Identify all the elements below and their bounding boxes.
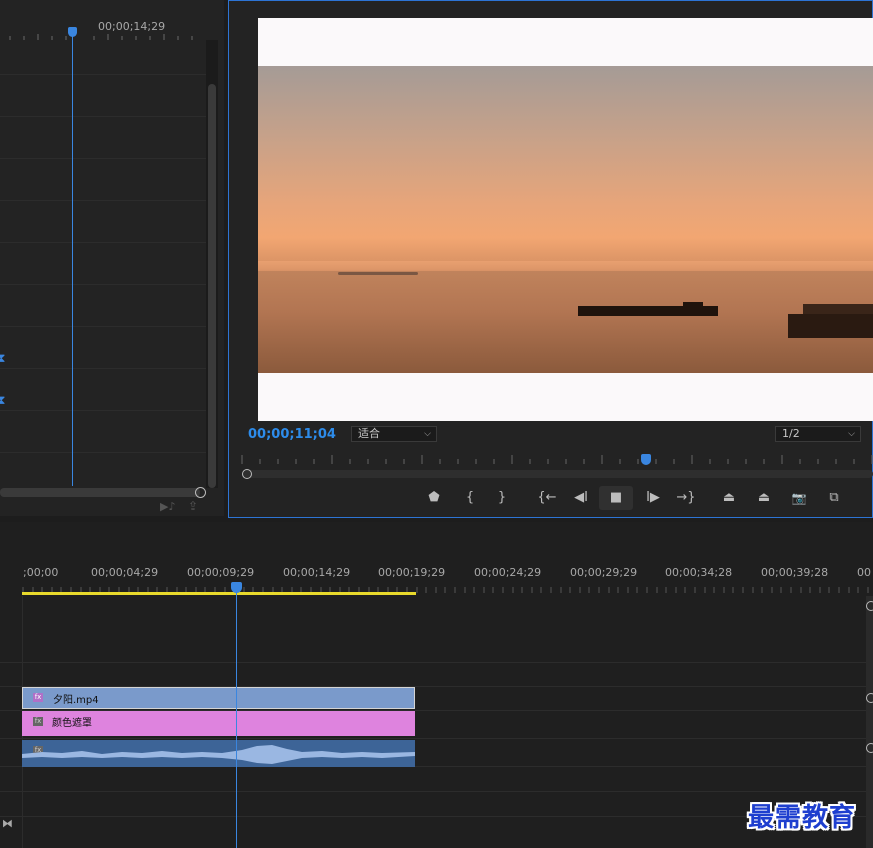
export-frame-button[interactable]: 📷 [788,488,810,508]
lift-button[interactable]: ⏏ [718,488,740,508]
video-clip-name: 夕阳.mp4 [53,695,99,706]
effect-row [0,284,206,327]
chevron-down-icon: ⌵ [424,429,431,439]
zoom-handle[interactable] [242,469,252,479]
ruler-label: 00 [857,566,871,579]
effect-controls-zoom-scrollbar[interactable] [0,488,200,497]
keyframe-icon[interactable]: ⧗ [0,351,5,366]
fit-dropdown[interactable]: 适合 ⌵ [351,426,437,442]
watermark-logo: 最需教育 [748,803,857,833]
resolution-dropdown[interactable]: 1/2 ⌵ [775,426,861,442]
audio-clip[interactable]: fx [22,740,415,767]
work-area-bar[interactable] [22,592,416,595]
play-audio-icon[interactable]: ▶♪ [160,500,175,513]
effect-controls-playhead-line [72,36,73,486]
keyframe-icon[interactable]: ⧗ [0,393,5,408]
matte-clip-name: 颜色遮罩 [52,718,92,729]
ruler-label: 00;00;09;29 [187,566,255,579]
fx-badge-icon: fx [33,717,43,726]
effect-row [0,368,206,411]
fx-badge-icon: fx [33,693,43,702]
export-icon[interactable]: ⇪ [188,499,198,513]
track-toggle-icon[interactable]: ⧓ [2,817,13,830]
effect-row [0,410,206,453]
effect-row [0,326,206,369]
ruler-label: 00;00;19;29 [378,566,446,579]
program-timecode[interactable]: 00;00;11;04 [248,427,336,442]
video-clip[interactable]: fx 夕阳.mp4 [22,687,415,709]
effect-row [0,74,206,117]
effect-controls-playhead[interactable] [68,27,77,37]
effect-controls-ruler[interactable]: 00;00;14;29 [0,0,206,44]
step-back-button[interactable]: ◀I [570,488,592,508]
ruler-label: 00;00;29;29 [570,566,638,579]
effect-controls-footer: ▶♪ ⇪ [0,498,224,516]
timeline-playhead-line [236,592,237,848]
program-monitor-zoom-scrollbar[interactable] [242,470,873,478]
timeline-ruler-labels[interactable]: ;00;00 00;00;04;29 00;00;09;29 00;00;14;… [22,566,873,580]
scroll-handle[interactable] [866,693,873,703]
zoom-handle[interactable] [195,487,206,498]
timeline-playhead[interactable] [231,582,242,593]
ruler-label: 00;00;39;28 [761,566,829,579]
effect-row [0,242,206,285]
stop-button[interactable]: ■ [599,486,633,510]
extract-button[interactable]: ⏏ [753,488,775,508]
effect-row [0,158,206,201]
ruler-label: 00;00;24;29 [474,566,542,579]
effect-row [0,200,206,243]
fit-dropdown-value: 适合 [358,427,380,440]
sunset-video-frame [258,66,873,373]
ruler-label: 00;00;34;28 [665,566,733,579]
mark-out-button[interactable]: } [491,488,513,508]
ruler-label: ;00;00 [23,566,59,579]
scroll-handle[interactable] [866,601,873,611]
effect-controls-timecode: 00;00;14;29 [98,20,166,33]
effect-controls-scrollbar-thumb[interactable] [208,84,216,488]
program-monitor-playhead[interactable] [641,454,651,465]
ruler-label: 00;00;14;29 [283,566,351,579]
go-to-in-button[interactable]: {← [536,488,558,508]
mark-in-button[interactable]: { [459,488,481,508]
effect-row [0,116,206,159]
step-forward-button[interactable]: I▶ [642,488,664,508]
timeline-vertical-scrollbar[interactable] [866,596,873,848]
ruler-label: 00;00;04;29 [91,566,159,579]
scroll-handle[interactable] [866,743,873,753]
color-matte-clip[interactable]: fx 颜色遮罩 [22,711,415,736]
resolution-dropdown-value: 1/2 [782,427,800,440]
audio-waveform [22,745,415,764]
go-to-out-button[interactable]: →} [675,488,697,508]
comparison-view-button[interactable]: ⧉ [823,488,845,508]
chevron-down-icon: ⌵ [848,429,855,439]
program-monitor-ruler[interactable] [240,452,873,466]
add-marker-button[interactable]: ⬟ [423,488,445,508]
